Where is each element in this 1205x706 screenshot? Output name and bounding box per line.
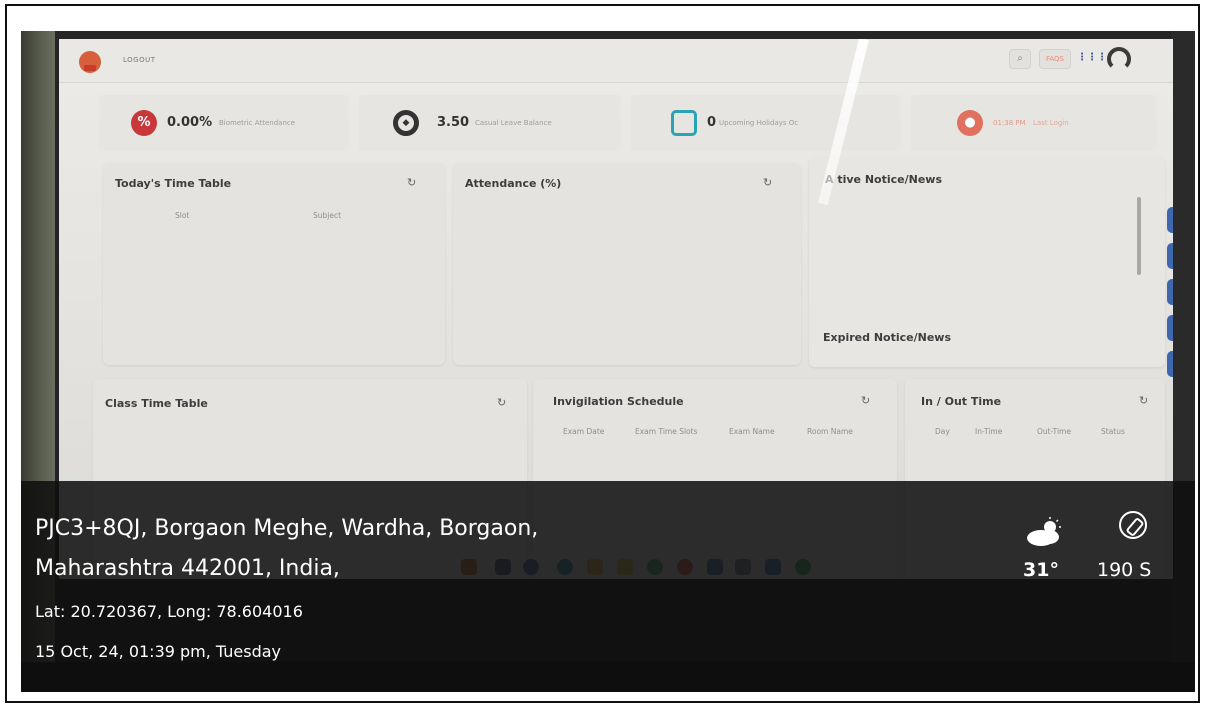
panel-title: Today's Time Table: [115, 177, 232, 190]
stat-card-attendance: % 0.00% Biometric Attendance: [99, 95, 349, 151]
refresh-icon[interactable]: ↻: [1139, 394, 1148, 407]
calendar-icon: [671, 110, 697, 136]
stat-value: 3.50: [437, 115, 470, 130]
panel-title: Invigilation Schedule: [553, 395, 684, 408]
column-header: Out-Time: [1037, 427, 1071, 436]
logo-icon[interactable]: [79, 51, 101, 73]
refresh-icon[interactable]: ↻: [407, 176, 416, 189]
link-icon[interactable]: ✎: [1167, 315, 1173, 341]
column-header: Exam Date: [563, 427, 605, 436]
stat-card-last-login: ● 01:38 PM Last Login: [911, 95, 1157, 151]
stat-value: 01:38 PM: [993, 119, 1026, 127]
address-line-1: PJC3+8QJ, Borgaon Meghe, Wardha, Borgaon…: [35, 516, 539, 541]
stat-value: 0: [707, 115, 717, 130]
refresh-icon[interactable]: ↻: [861, 394, 870, 407]
headset-user-icon[interactable]: [1107, 47, 1131, 71]
column-header: Slot: [175, 211, 190, 220]
column-header: Status: [1101, 427, 1125, 436]
panel-title: Class Time Table: [105, 397, 208, 410]
coordinates: Lat: 20.720367, Long: 78.604016: [35, 602, 303, 621]
compass-heading: 190 S: [1097, 559, 1152, 581]
user-icon: ●: [957, 110, 983, 136]
notice-scrollbar[interactable]: [1137, 197, 1141, 275]
stat-value: 0.00%: [167, 115, 213, 130]
faq-button[interactable]: FAQS: [1039, 49, 1071, 69]
panel-notice: A tive Notice/News Expired Notice/News: [809, 157, 1165, 367]
column-header: Subject: [313, 211, 342, 220]
stat-label: Upcoming Holidays Oc: [719, 119, 799, 127]
doc-icon[interactable]: ▤: [1167, 207, 1173, 233]
temperature: 31°: [1023, 559, 1059, 581]
panel-title: In / Out Time: [921, 395, 1002, 408]
column-header: Room Name: [807, 427, 853, 436]
star-icon[interactable]: ★: [1167, 351, 1173, 377]
address-line-2: Maharashtra 442001, India,: [35, 556, 340, 581]
refresh-icon[interactable]: ↻: [497, 396, 506, 409]
percent-icon: %: [131, 110, 157, 136]
image-frame: LOGOUT ⌕ FAQS ⋮⋮⋮ % 0.00% Biometric Atte…: [5, 4, 1200, 703]
partly-cloudy-icon: [1027, 517, 1061, 546]
stat-label: Biometric Attendance: [219, 119, 296, 127]
search-icon[interactable]: ⌕: [1009, 49, 1031, 69]
apps-grid-icon[interactable]: ⋮⋮⋮: [1077, 49, 1107, 69]
column-header: Day: [935, 427, 950, 436]
stat-label: Last Login: [1033, 119, 1069, 127]
stat-label: Casual Leave Balance: [475, 119, 552, 127]
column-header: In-Time: [975, 427, 1003, 436]
logout-link[interactable]: LOGOUT: [123, 56, 156, 64]
refresh-icon[interactable]: ↻: [763, 176, 772, 189]
settings-icon[interactable]: ⚙: [1167, 243, 1173, 269]
panel-todays-timetable: Today's Time Table ↻ Slot Subject: [103, 163, 445, 365]
panel-title: A tive Notice/News: [825, 173, 942, 186]
column-header: Exam Time Slots: [635, 427, 698, 436]
stat-card-leave: ◆ 3.50 Casual Leave Balance: [359, 95, 621, 151]
panel-attendance: Attendance (%) ↻: [453, 163, 801, 365]
compass-icon: [1119, 511, 1147, 539]
top-bar: LOGOUT ⌕ FAQS ⋮⋮⋮: [59, 39, 1173, 83]
expired-notice-title: Expired Notice/News: [823, 331, 952, 344]
stat-card-holidays: 0 Upcoming Holidays Oc: [631, 95, 901, 151]
leave-icon: ◆: [393, 110, 419, 136]
geotag-overlay: PJC3+8QJ, Borgaon Meghe, Wardha, Borgaon…: [21, 481, 1195, 692]
datetime: 15 Oct, 24, 01:39 pm, Tuesday: [35, 642, 282, 661]
photo: LOGOUT ⌕ FAQS ⋮⋮⋮ % 0.00% Biometric Atte…: [21, 31, 1195, 692]
panel-title: Attendance (%): [465, 177, 562, 190]
column-header: Exam Name: [729, 427, 775, 436]
info-icon[interactable]: ℹ: [1167, 279, 1173, 305]
